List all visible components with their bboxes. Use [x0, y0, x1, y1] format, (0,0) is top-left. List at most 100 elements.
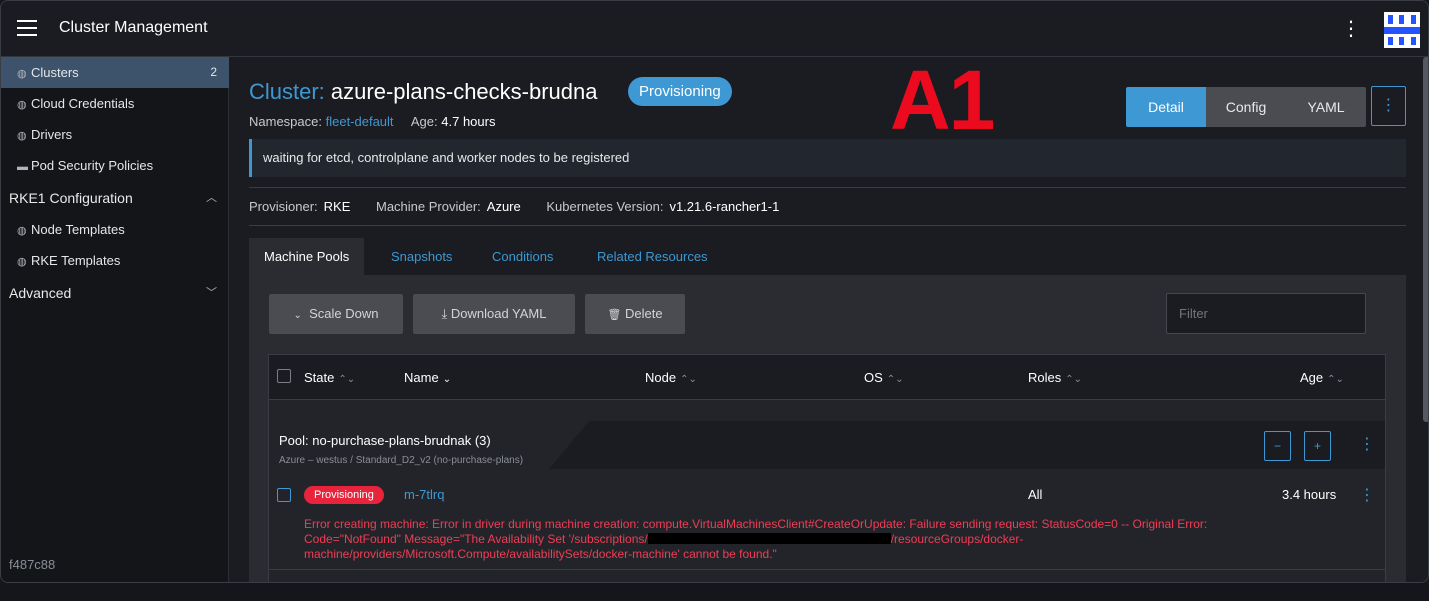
machine-name-link[interactable]: m-7tlrq [404, 487, 444, 502]
k8s-version-label: Kubernetes Version: [546, 199, 664, 214]
cluster-meta: Namespace: fleet-default Age: 4.7 hours [249, 114, 495, 129]
age-label: Age: [410, 114, 438, 129]
sidebar-item-label: Pod Security Policies [31, 158, 154, 173]
sidebar-group-rke1[interactable]: RKE1 Configuration ︿ [1, 182, 229, 214]
tab-machine-pools[interactable]: Machine Pools [249, 238, 365, 275]
scale-down-button[interactable]: ⌄ Scale Down [269, 294, 403, 334]
chevron-down-icon: ﹀ [206, 287, 217, 299]
sidebar-item-clusters[interactable]: ◍ Clusters 2 [1, 57, 229, 88]
column-label: OS [864, 370, 883, 385]
sidebar-item-cloud-credentials[interactable]: ◍ Cloud Credentials [1, 88, 229, 119]
tab-related-resources[interactable]: Related Resources [597, 238, 708, 275]
row-error-message: Error creating machine: Error in driver … [304, 517, 1304, 562]
column-header-node[interactable]: Node ⌃⌄ [645, 355, 697, 400]
column-header-roles[interactable]: Roles ⌃⌄ [1028, 355, 1082, 400]
machine-provider-label: Machine Provider: [376, 199, 481, 214]
row-actions-kebab-icon[interactable]: ⋮ [1359, 485, 1375, 505]
table-header: State ⌃⌄ Name ⌄ Node ⌃⌄ OS ⌃⌄ Roles ⌃⌄ Age ⌃⌄ [269, 355, 1385, 400]
globe-icon: ◍ [17, 68, 27, 80]
download-yaml-button[interactable]: ⤓ Download YAML [413, 294, 575, 334]
column-header-os[interactable]: OS ⌃⌄ [864, 355, 904, 400]
row-age: 3.4 hours [1282, 487, 1337, 502]
scale-up-pool-button[interactable]: + [1304, 431, 1331, 461]
sidebar-item-label: Cloud Credentials [31, 96, 135, 111]
rancher-logo[interactable] [1384, 12, 1420, 48]
detail-button[interactable]: Detail [1126, 87, 1206, 127]
kebab-icon[interactable]: ⋮ [1341, 17, 1361, 41]
sidebar-item-label: Node Templates [31, 222, 125, 237]
machines-table: State ⌃⌄ Name ⌄ Node ⌃⌄ OS ⌃⌄ Roles ⌃⌄ Age ⌃⌄ … [268, 354, 1386, 582]
select-all-checkbox[interactable] [277, 369, 291, 383]
delete-button[interactable]: 🗑 Delete [585, 294, 685, 334]
sort-icon: ⌃⌄ [1065, 374, 1083, 385]
sidebar-item-label: RKE Templates [31, 253, 121, 268]
scrollbar[interactable] [1423, 57, 1428, 422]
sidebar-item-label: Clusters [31, 65, 79, 80]
app-title: Cluster Management [59, 19, 208, 36]
top-bar: Cluster Management ⋮ [1, 1, 1428, 57]
sidebar-item-drivers[interactable]: ◍ Drivers [1, 119, 229, 150]
cluster-name: azure-plans-checks-brudna [330, 79, 598, 104]
column-label: Node [645, 370, 677, 385]
pool-group-header: Pool: no-purchase-plans-brudnak (3) Azur… [269, 421, 1385, 469]
pool-subtitle: Azure – westus / Standard_D2_v2 (no-purc… [279, 455, 524, 466]
sidebar-item-label: Drivers [31, 127, 73, 142]
pool-actions-kebab-icon[interactable]: ⋮ [1359, 434, 1375, 454]
sort-icon: ⌃⌄ [886, 374, 904, 385]
tab-conditions[interactable]: Conditions [492, 238, 553, 275]
column-header-state[interactable]: State ⌃⌄ [304, 355, 355, 400]
globe-icon: ◍ [17, 130, 27, 142]
commit-hash: f487c88 [9, 557, 56, 572]
sidebar-item-rke-templates[interactable]: ◍ RKE Templates [1, 245, 229, 276]
row-roles: All [1028, 487, 1043, 502]
sort-down-icon: ⌄ [442, 374, 452, 385]
trash-icon: 🗑 [607, 309, 622, 321]
scale-down-pool-button[interactable]: − [1264, 431, 1291, 461]
sort-icon: ⌃⌄ [338, 374, 356, 385]
view-toggle: Detail Config YAML [1126, 87, 1366, 127]
machine-provider-value: Azure [486, 199, 521, 214]
actions-kebab-icon[interactable]: ⋮ [1371, 86, 1406, 126]
k8s-version-value: v1.21.6-rancher1-1 [669, 199, 780, 214]
sidebar-item-count: 2 [210, 65, 217, 79]
page-title: Cluster: azure-plans-checks-brudna [249, 79, 598, 105]
pool-name: Pool: no-purchase-plans-brudnak (3) [279, 433, 491, 448]
sidebar: ◍ Clusters 2 ◍ Cloud Credentials ◍ Drivers … [1, 57, 229, 582]
globe-icon: ◍ [17, 225, 27, 237]
column-header-name[interactable]: Name ⌄ [404, 355, 451, 400]
chevron-down-icon: ⌄ [293, 310, 302, 321]
globe-icon: ◍ [17, 256, 27, 268]
row-checkbox[interactable] [277, 488, 291, 502]
age-value: 4.7 hours [441, 114, 496, 129]
delete-label: Delete [625, 306, 663, 321]
namespace-link[interactable]: fleet-default [326, 114, 394, 129]
yaml-button[interactable]: YAML [1286, 87, 1366, 127]
divider [249, 187, 1406, 188]
column-label: Age [1300, 370, 1324, 385]
folder-icon: ▬ [17, 161, 28, 173]
annotation-overlay: A1 [890, 53, 995, 147]
config-button[interactable]: Config [1206, 87, 1286, 127]
tab-snapshots[interactable]: Snapshots [391, 238, 452, 275]
provisioner-value: RKE [323, 199, 351, 214]
sort-icon: ⌃⌄ [680, 374, 697, 385]
column-header-age[interactable]: Age ⌃⌄ [1300, 355, 1344, 400]
column-label: Name [404, 370, 439, 385]
provisioner-label: Provisioner: [249, 199, 318, 214]
pool-tab: Pool: no-purchase-plans-brudnak (3) Azur… [269, 421, 549, 469]
machine-pools-panel: ⌄ Scale Down ⤓ Download YAML 🗑 Delete St… [249, 275, 1406, 582]
hamburger-icon[interactable] [17, 20, 37, 36]
divider [249, 225, 1406, 226]
status-banner: waiting for etcd, controlplane and worke… [249, 139, 1406, 177]
column-label: State [304, 370, 335, 385]
download-icon: ⤓ [441, 306, 448, 321]
chevron-up-icon: ︿ [206, 192, 217, 204]
sidebar-item-pod-security-policies[interactable]: ▬ Pod Security Policies [1, 150, 229, 181]
pool-tab-edge [549, 421, 589, 469]
sort-icon: ⌃⌄ [1327, 374, 1344, 385]
sidebar-group-advanced[interactable]: Advanced ﹀ [1, 277, 229, 309]
cluster-info: Provisioner: RKE Machine Provider: Azure K… [249, 199, 801, 214]
sidebar-item-node-templates[interactable]: ◍ Node Templates [1, 214, 229, 245]
filter-input[interactable] [1166, 293, 1366, 334]
page-title-prefix[interactable]: Cluster: [249, 79, 325, 104]
